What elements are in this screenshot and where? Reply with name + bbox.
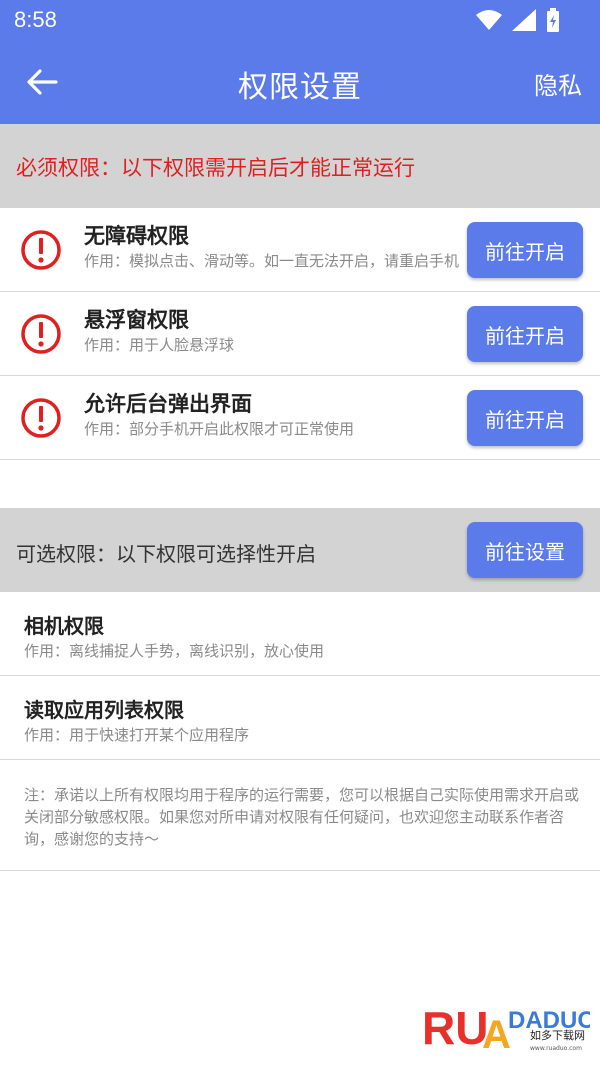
optional-section-title: 可选权限：以下权限可选择性开启 bbox=[16, 542, 316, 566]
battery-icon bbox=[547, 8, 559, 32]
optional-permission-title: 读取应用列表权限 bbox=[24, 698, 184, 722]
optional-permission-title: 相机权限 bbox=[24, 614, 104, 638]
status-time: 8:58 bbox=[14, 7, 57, 32]
go-settings-button[interactable]: 前往设置 bbox=[467, 522, 583, 578]
required-section-header: 必须权限：以下权限需开启后才能正常运行 bbox=[0, 124, 600, 208]
permission-title: 允许后台弹出界面 bbox=[84, 392, 252, 416]
app-bar: 权限设置 隐私 bbox=[0, 40, 600, 124]
permission-description: 作用：部分手机开启此权限才可正常使用 bbox=[84, 420, 355, 438]
permission-description: 作用：用于人脸悬浮球 bbox=[84, 336, 235, 354]
signal-icon bbox=[512, 9, 536, 31]
optional-permission-description: 作用：离线捕捉人手势，离线识别，放心使用 bbox=[24, 642, 325, 660]
note-text: 注：承诺以上所有权限均用于程序的运行需要，您可以根据自己实际使用需求开启或关闭部… bbox=[24, 786, 580, 848]
exclamation-circle-icon bbox=[21, 230, 61, 270]
privacy-link[interactable]: 隐私 bbox=[534, 66, 582, 101]
optional-row-camera[interactable]: 相机权限 作用：离线捕捉人手势，离线识别，放心使用 bbox=[0, 592, 600, 676]
optional-row-app-list[interactable]: 读取应用列表权限 作用：用于快速打开某个应用程序 bbox=[0, 676, 600, 760]
optional-permission-description: 作用：用于快速打开某个应用程序 bbox=[24, 726, 250, 744]
watermark-subtitle: 如多下载网 bbox=[530, 1028, 585, 1042]
permission-title: 悬浮窗权限 bbox=[84, 308, 189, 332]
permission-description: 作用：模拟点击、滑动等。如一直无法开启，请重启手机 bbox=[84, 252, 460, 270]
note-block: 注：承诺以上所有权限均用于程序的运行需要，您可以根据自己实际使用需求开启或关闭部… bbox=[0, 760, 600, 871]
watermark-logo: RU A DADUO 如多下载网 www.ruaduo.com bbox=[420, 994, 596, 1057]
exclamation-circle-icon bbox=[21, 398, 61, 438]
svg-text:RU: RU bbox=[422, 1002, 488, 1054]
required-section-title: 必须权限：以下权限需开启后才能正常运行 bbox=[16, 156, 415, 180]
svg-text:A: A bbox=[482, 1013, 511, 1056]
permission-row-overlay: 悬浮窗权限 作用：用于人脸悬浮球 前往开启 bbox=[0, 292, 600, 376]
wifi-icon bbox=[476, 10, 502, 30]
watermark-url: www.ruaduo.com bbox=[530, 1045, 582, 1052]
optional-section-header: 可选权限：以下权限可选择性开启 前往设置 bbox=[0, 508, 600, 592]
page-title: 权限设置 bbox=[238, 70, 362, 105]
permission-row-accessibility: 无障碍权限 作用：模拟点击、滑动等。如一直无法开启，请重启手机 前往开启 bbox=[0, 208, 600, 292]
exclamation-circle-icon bbox=[21, 314, 61, 354]
status-bar: 8:58 bbox=[0, 0, 600, 40]
status-icons bbox=[476, 8, 560, 32]
permission-row-background-popup: 允许后台弹出界面 作用：部分手机开启此权限才可正常使用 前往开启 bbox=[0, 376, 600, 460]
open-background-popup-button[interactable]: 前往开启 bbox=[467, 390, 583, 446]
permission-title: 无障碍权限 bbox=[84, 224, 189, 248]
open-overlay-button[interactable]: 前往开启 bbox=[467, 306, 583, 362]
open-accessibility-button[interactable]: 前往开启 bbox=[467, 222, 583, 278]
